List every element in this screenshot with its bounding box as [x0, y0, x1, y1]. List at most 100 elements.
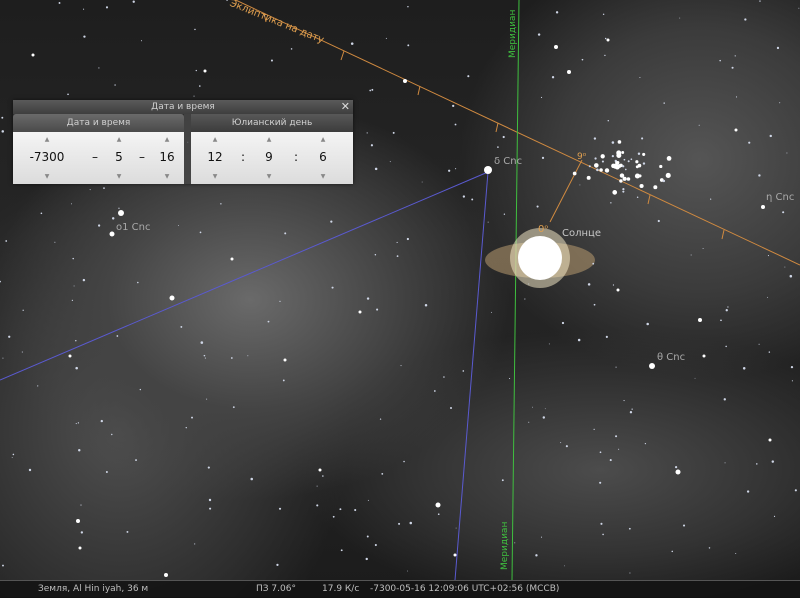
date-fields: ▲ -7300 ▼ – ▲ 5 ▼ – ▲ 16 ▼ [13, 132, 184, 184]
star [524, 298, 526, 300]
star [76, 519, 80, 523]
star [671, 550, 674, 553]
year-spinbox[interactable]: ▲ -7300 ▼ [29, 132, 65, 184]
year-value[interactable]: -7300 [29, 150, 65, 164]
star [612, 284, 615, 286]
spin-up-icon[interactable]: ▲ [157, 136, 177, 143]
star [226, 0, 228, 1]
dialog-title: Дата и время [151, 102, 215, 112]
spin-up-icon[interactable]: ▲ [111, 136, 127, 143]
star [169, 295, 175, 301]
star [540, 536, 543, 538]
star [605, 335, 608, 338]
star [22, 309, 24, 311]
second-spinbox[interactable]: ▲ 6 ▼ [315, 132, 331, 184]
star [366, 535, 369, 538]
month-spinbox[interactable]: ▲ 5 ▼ [111, 132, 127, 184]
star [203, 69, 207, 73]
star [103, 187, 105, 189]
star [623, 399, 625, 402]
star [220, 203, 222, 205]
sun-disc[interactable] [518, 236, 562, 280]
star-label-omicron1-cnc[interactable]: o1 Cnc [116, 222, 150, 233]
tab-julian-day[interactable]: Юлианский день [191, 114, 353, 132]
star [594, 163, 599, 168]
star [637, 163, 642, 168]
spin-up-icon[interactable]: ▲ [29, 136, 65, 143]
star [105, 6, 109, 9]
spin-down-icon[interactable]: ▼ [261, 173, 277, 180]
star [385, 37, 387, 39]
star [593, 137, 597, 140]
star [75, 423, 77, 425]
spin-down-icon[interactable]: ▼ [111, 173, 127, 180]
star [528, 421, 530, 423]
star [501, 479, 504, 482]
star [665, 172, 671, 179]
star [565, 445, 568, 448]
star [540, 96, 543, 99]
star [164, 573, 168, 577]
star [71, 203, 72, 205]
close-icon[interactable]: ✕ [341, 100, 350, 114]
star-label-eta-cnc[interactable]: η Cnc [766, 192, 794, 203]
star-label-theta-cnc[interactable]: θ Cnc [657, 352, 685, 363]
star [561, 321, 565, 325]
star [396, 241, 398, 244]
star [646, 322, 649, 326]
star [581, 58, 584, 61]
star [54, 241, 56, 243]
star [250, 477, 254, 481]
status-fov: ПЗ 7.06° [256, 584, 296, 594]
star [78, 546, 82, 550]
spin-down-icon[interactable]: ▼ [315, 173, 331, 180]
tab-date-time[interactable]: Дата и время [13, 114, 184, 132]
star [537, 33, 541, 36]
minute-spinbox[interactable]: ▲ 9 ▼ [261, 132, 277, 184]
star [710, 198, 712, 200]
spin-up-icon[interactable]: ▲ [205, 136, 225, 143]
sun-label[interactable]: Солнце [562, 228, 601, 239]
month-value[interactable]: 5 [111, 150, 127, 164]
star [75, 340, 77, 342]
status-location[interactable]: Земля, Al Hin iyah, 36 м [38, 581, 148, 597]
spin-down-icon[interactable]: ▼ [29, 173, 65, 180]
star [200, 341, 204, 344]
star [83, 35, 86, 38]
star [771, 460, 775, 463]
star [398, 522, 401, 525]
hour-value[interactable]: 12 [205, 150, 225, 164]
spin-down-icon[interactable]: ▼ [157, 173, 177, 180]
cluster-ecliptic-marker: 9ᵒ [577, 152, 587, 162]
star-label-delta-cnc[interactable]: δ Cnc [494, 156, 522, 167]
star [782, 211, 785, 214]
star [623, 158, 626, 161]
star [178, 225, 180, 226]
hour-spinbox[interactable]: ▲ 12 ▼ [205, 132, 225, 184]
star [374, 254, 377, 256]
star [596, 168, 599, 172]
star [759, 0, 761, 2]
day-spinbox[interactable]: ▲ 16 ▼ [157, 132, 177, 184]
spin-up-icon[interactable]: ▲ [315, 136, 331, 143]
minute-value[interactable]: 9 [261, 150, 277, 164]
star [639, 77, 641, 79]
spin-up-icon[interactable]: ▲ [261, 136, 277, 143]
dialog-titlebar[interactable]: Дата и время ✕ [13, 100, 353, 114]
star [579, 184, 581, 186]
star [627, 160, 630, 163]
sky-view[interactable]: Эклиптика на дату Меридиан Меридиан δ Cn… [0, 0, 800, 597]
date-time-dialog: Дата и время ✕ Дата и время ▲ -7300 ▼ – … [13, 100, 353, 184]
star [232, 406, 235, 409]
star [551, 76, 555, 79]
star [389, 161, 391, 163]
star [572, 171, 577, 176]
day-value[interactable]: 16 [157, 150, 177, 164]
status-bar: Земля, Al Hin iyah, 36 м ПЗ 7.06° 17.9 К… [0, 580, 800, 598]
second-value[interactable]: 6 [315, 150, 331, 164]
star [528, 283, 530, 285]
star [367, 499, 369, 501]
star [541, 156, 545, 159]
star [82, 278, 86, 282]
spin-down-icon[interactable]: ▼ [205, 173, 225, 180]
